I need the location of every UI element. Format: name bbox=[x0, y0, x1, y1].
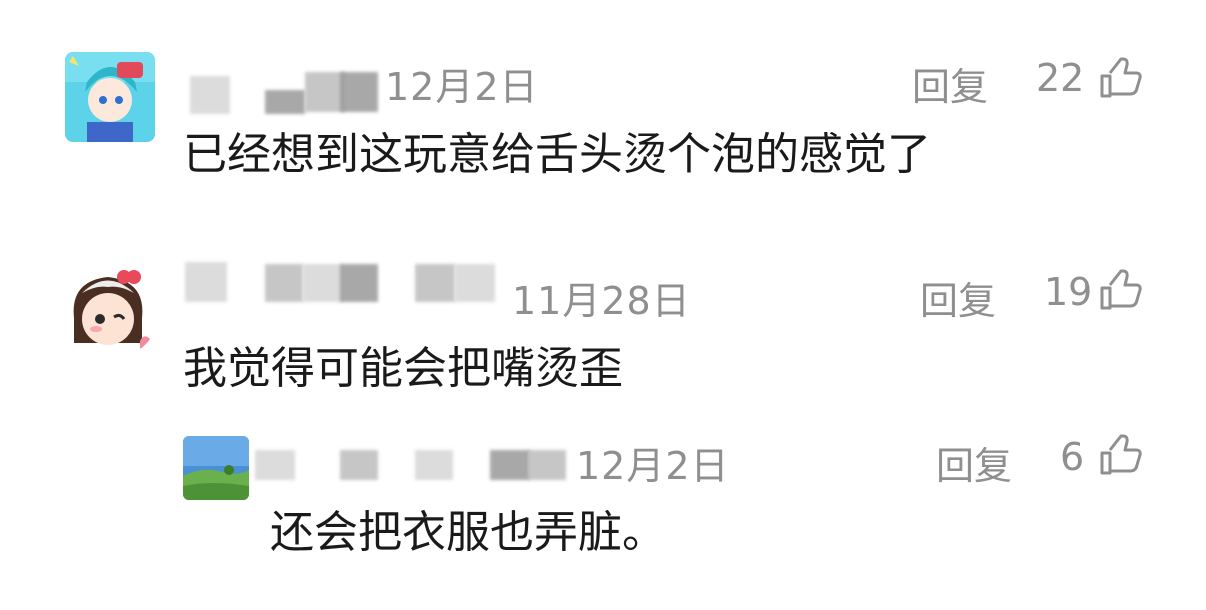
username-redacted bbox=[340, 264, 378, 302]
like-count: 22 bbox=[1036, 56, 1085, 100]
username-redacted bbox=[455, 264, 495, 302]
username-redacted bbox=[340, 72, 378, 112]
username-redacted bbox=[528, 450, 566, 480]
thumb-up-icon[interactable] bbox=[1098, 268, 1142, 312]
reply-button[interactable]: 回复 bbox=[920, 270, 996, 325]
username-redacted bbox=[415, 450, 453, 480]
username-redacted bbox=[415, 264, 455, 302]
thumb-up-icon[interactable] bbox=[1098, 433, 1142, 477]
username-redacted[interactable] bbox=[255, 450, 295, 480]
like-count: 19 bbox=[1044, 270, 1093, 314]
reply-button[interactable]: 回复 bbox=[912, 56, 988, 111]
username-redacted[interactable] bbox=[190, 76, 230, 114]
thumb-up-icon[interactable] bbox=[1098, 56, 1142, 100]
like-count: 6 bbox=[1060, 435, 1085, 479]
comment-date: 12月2日 bbox=[576, 444, 730, 488]
reply-button[interactable]: 回复 bbox=[936, 435, 1012, 490]
comment-text: 我觉得可能会把嘴烫歪 bbox=[183, 343, 623, 394]
anime-avatar-image bbox=[65, 52, 155, 142]
username-redacted[interactable] bbox=[185, 262, 227, 302]
comment-date: 12月2日 bbox=[385, 65, 539, 109]
comment-date: 11月28日 bbox=[512, 279, 691, 323]
username-redacted bbox=[305, 72, 345, 112]
comment-text: 已经想到这玩意给舌头烫个泡的感觉了 bbox=[183, 129, 931, 180]
username-redacted bbox=[265, 264, 303, 302]
user-avatar[interactable] bbox=[183, 436, 249, 500]
username-redacted bbox=[490, 450, 530, 480]
user-avatar[interactable] bbox=[65, 52, 155, 142]
username-redacted bbox=[340, 450, 378, 480]
username-redacted bbox=[303, 264, 343, 302]
username-redacted bbox=[265, 90, 305, 114]
cartoon-girl-avatar-image bbox=[60, 263, 156, 359]
landscape-avatar-image bbox=[183, 436, 249, 500]
comment-text: 还会把衣服也弄脏。 bbox=[270, 507, 666, 558]
user-avatar[interactable] bbox=[60, 263, 156, 359]
